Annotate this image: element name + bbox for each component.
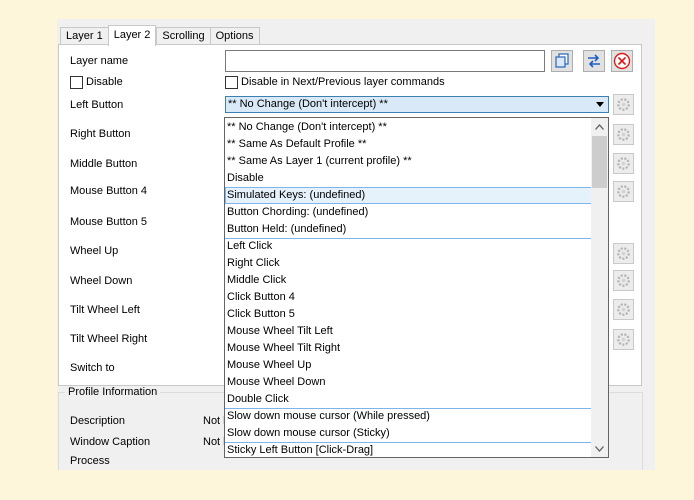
switch-to-label: Switch to [70,362,115,374]
profile-information-title: Profile Information [65,386,161,398]
description-value: Not l [203,415,226,427]
dropdown-item[interactable]: Disable [225,170,592,187]
wheel-up-settings[interactable] [613,243,634,264]
gear-icon [617,303,630,316]
gear-icon [617,157,630,170]
mouse-button-5-label: Mouse Button 5 [70,216,148,228]
disable-next-prev-checkbox[interactable] [225,76,238,89]
swap-arrows-icon [588,54,600,68]
dropdown-item-hovered[interactable]: Simulated Keys: (undefined) [225,187,592,204]
dropdown-item[interactable]: Button Chording: (undefined) [225,204,592,221]
dropdown-item[interactable]: Mouse Wheel Down [225,374,592,391]
mouse-button-4-label: Mouse Button 4 [70,185,148,197]
tab-layer-2[interactable]: Layer 2 [107,25,157,46]
scroll-down-icon[interactable] [591,440,608,457]
dropdown-item[interactable]: Double Click [225,391,592,408]
dropdown-scrollbar[interactable] [591,118,608,457]
dropdown-item[interactable]: Slow down mouse cursor (Sticky) [225,425,592,442]
window-caption-value: Not l [203,436,226,448]
dropdown-item[interactable]: Mouse Wheel Up [225,357,592,374]
dropdown-item[interactable]: Left Click [225,238,592,255]
gear-icon [617,274,630,287]
right-button-label: Right Button [70,128,131,140]
action-dropdown-list[interactable]: ** No Change (Don't intercept) ** ** Sam… [224,117,609,458]
copy-icon [555,53,569,68]
wheel-down-label: Wheel Down [70,275,133,287]
layer-name-input[interactable] [225,50,545,72]
wheel-down-settings[interactable] [613,270,634,291]
disable-label: Disable [86,76,123,88]
left-button-combo[interactable]: ** No Change (Don't intercept) ** [225,96,609,113]
middle-button-settings[interactable] [613,153,634,174]
copy-button[interactable] [551,50,573,72]
disable-checkbox[interactable] [70,76,83,89]
dropdown-item[interactable]: Button Held: (undefined) [225,221,592,238]
gear-icon [617,185,630,198]
tab-scrolling[interactable]: Scrolling [156,27,210,45]
left-button-label: Left Button [70,99,124,111]
delete-icon [613,52,631,70]
tilt-wheel-left-label: Tilt Wheel Left [70,304,140,316]
tilt-wheel-right-label: Tilt Wheel Right [70,333,148,345]
left-button-combo-value: ** No Change (Don't intercept) ** [228,98,388,110]
dropdown-item[interactable]: ** Same As Layer 1 (current profile) ** [225,153,592,170]
window-caption-label: Window Caption [70,436,151,448]
tab-options[interactable]: Options [209,27,260,45]
dropdown-item[interactable]: Right Click [225,255,592,272]
dropdown-item[interactable]: Mouse Wheel Tilt Left [225,323,592,340]
scroll-up-icon[interactable] [591,118,608,135]
middle-button-label: Middle Button [70,158,138,170]
dropdown-item[interactable]: Slow down mouse cursor (While pressed) [225,408,592,425]
process-label: Process [70,455,110,467]
dropdown-item[interactable]: Click Button 5 [225,306,592,323]
mouse-button-4-settings[interactable] [613,181,634,202]
gear-icon [617,98,630,111]
dropdown-item[interactable]: Mouse Wheel Tilt Right [225,340,592,357]
swap-button[interactable] [583,50,605,72]
tab-strip: Layer 1 Layer 2 Scrolling Options [60,25,260,46]
tab-layer-1[interactable]: Layer 1 [60,27,108,45]
wheel-up-label: Wheel Up [70,245,119,257]
scrollbar-thumb[interactable] [592,136,607,188]
disable-next-prev-label: Disable in Next/Previous layer commands [241,76,445,88]
left-button-settings[interactable] [613,94,634,115]
dropdown-item[interactable]: Click Button 4 [225,289,592,306]
dropdown-item[interactable]: Middle Click [225,272,592,289]
description-label: Description [70,415,126,427]
dropdown-item[interactable]: ** Same As Default Profile ** [225,136,592,153]
dropdown-arrow-icon[interactable] [592,97,608,112]
gear-icon [617,128,630,141]
tilt-wheel-left-settings[interactable] [613,299,634,320]
tilt-wheel-right-settings[interactable] [613,329,634,350]
delete-button[interactable] [611,50,633,72]
layer-name-label: Layer name [70,55,129,67]
gear-icon [617,247,630,260]
gear-icon [617,333,630,346]
dropdown-item[interactable]: ** No Change (Don't intercept) ** [225,119,592,136]
right-button-settings[interactable] [613,124,634,145]
dropdown-item[interactable]: Sticky Left Button [Click-Drag] [225,442,592,457]
